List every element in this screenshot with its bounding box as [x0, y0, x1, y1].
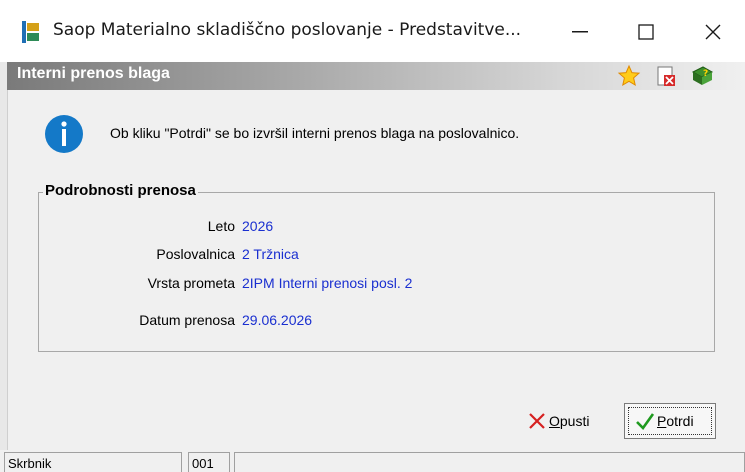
confirm-button[interactable]: Potrdi [624, 403, 716, 439]
poslovalnica-value: 2 Tržnica [242, 246, 299, 262]
close-window-button[interactable] [693, 14, 733, 50]
leto-value: 2026 [242, 218, 274, 234]
cancel-button[interactable]: Opusti [528, 403, 610, 439]
status-extra [234, 452, 745, 472]
window-title: Saop Materialno skladiščno poslovanje - … [53, 20, 522, 40]
star-icon[interactable] [617, 64, 641, 88]
minimize-button[interactable] [560, 14, 600, 50]
info-icon [45, 115, 83, 153]
details-legend: Podrobnosti prenosa [43, 182, 198, 199]
status-code: 001 [188, 452, 230, 472]
maximize-icon [638, 24, 654, 40]
maximize-button[interactable] [626, 14, 666, 50]
left-frame-strip [0, 62, 8, 450]
x-icon [529, 413, 545, 429]
status-bar: Skrbnik 001 [0, 450, 745, 472]
focus-rectangle [628, 407, 712, 435]
dialog-header: Interni prenos blaga ? [7, 62, 745, 90]
details-groupbox [38, 192, 715, 352]
app-logo-icon [22, 21, 39, 43]
cancel-label: Opusti [549, 413, 590, 429]
poslovalnica-label: Poslovalnica [156, 246, 235, 262]
datum-prenosa-value: 29.06.2026 [242, 312, 313, 328]
datum-prenosa-label: Datum prenosa [139, 312, 235, 328]
minimize-icon [572, 31, 588, 33]
info-message: Ob kliku "Potrdi" se bo izvršil interni … [110, 125, 520, 141]
close-icon [705, 24, 721, 40]
dialog-title: Interni prenos blaga [17, 65, 170, 82]
window-titlebar: Saop Materialno skladiščno poslovanje - … [0, 0, 745, 62]
svg-text:?: ? [703, 69, 708, 79]
vrsta-prometa-value: 2IPM Interni prenosi posl. 2 [242, 275, 413, 291]
status-user: Skrbnik [4, 452, 182, 472]
vrsta-prometa-label: Vrsta prometa [147, 275, 235, 291]
help-book-icon[interactable]: ? [690, 64, 714, 88]
delete-document-icon[interactable] [654, 64, 678, 88]
leto-label: Leto [207, 218, 235, 234]
